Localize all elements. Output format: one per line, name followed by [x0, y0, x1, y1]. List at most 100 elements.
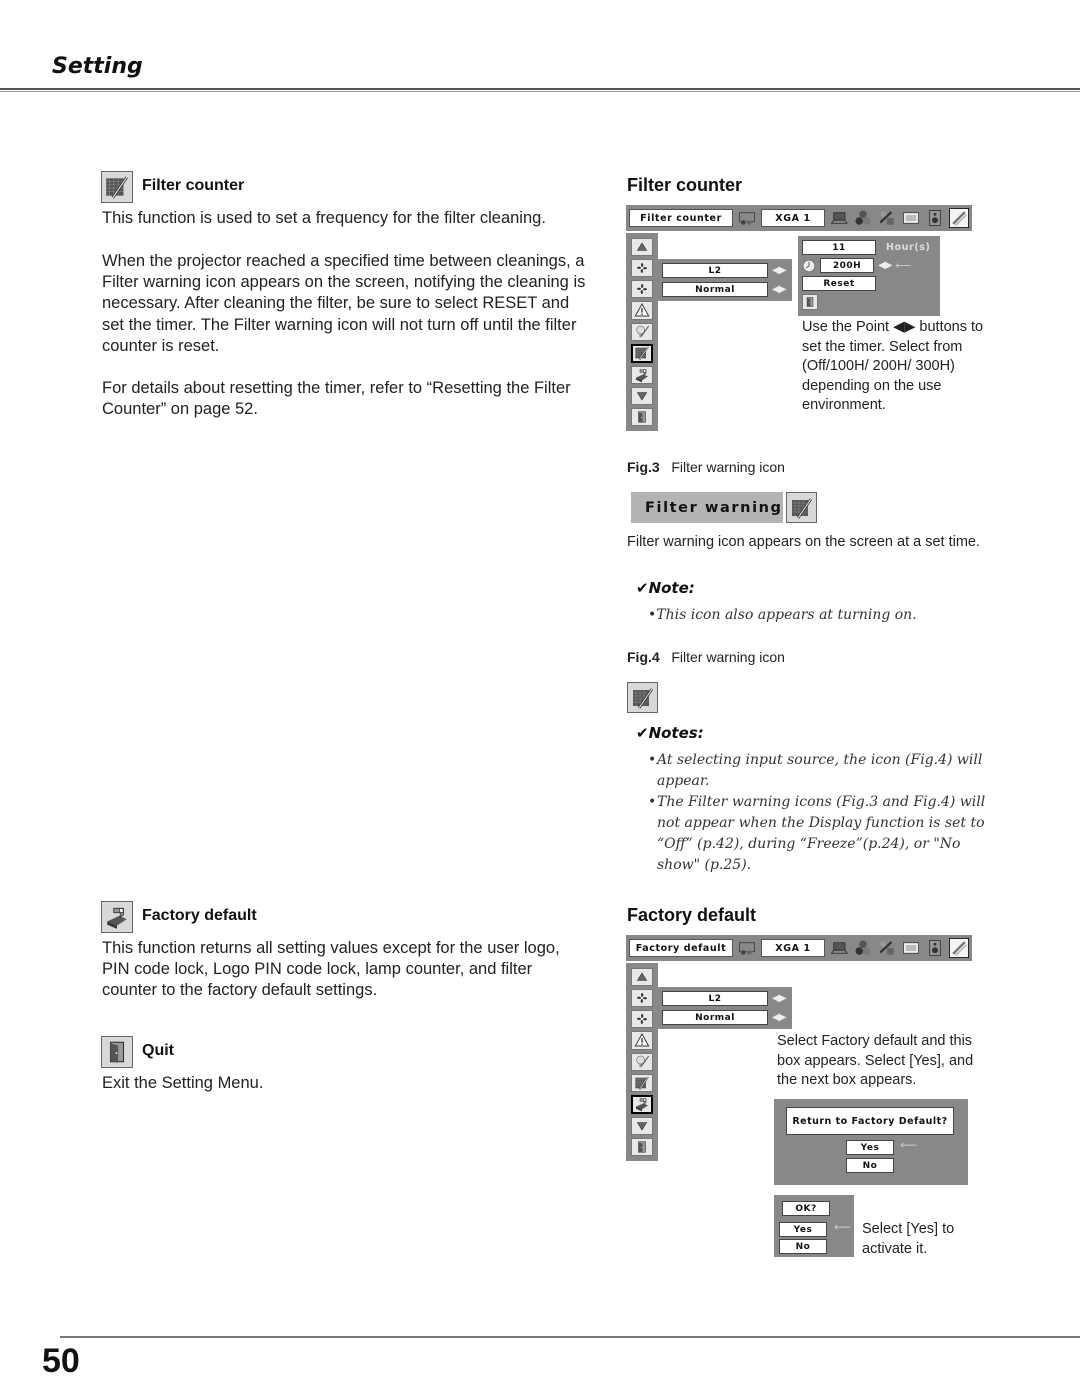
computer-icon[interactable] [829, 208, 849, 228]
header-divider [0, 88, 1080, 92]
filter-counter-caption: Use the Point ◀▶ buttons to set the time… [802, 319, 984, 413]
fig4-label: Fig.4 [627, 649, 660, 665]
lamp-icon[interactable] [631, 322, 653, 341]
clock-icon [802, 259, 816, 273]
timer-value-field[interactable]: 200H [820, 258, 874, 273]
quit-menu-icon[interactable] [631, 407, 653, 426]
scroll-down-icon[interactable] [631, 1116, 653, 1135]
filter-counter-menu-icon[interactable] [631, 1073, 653, 1092]
fig3-caption: Fig.3 Filter warning icon [627, 459, 785, 475]
sound-icon[interactable] [925, 208, 945, 228]
fig3-text: Filter warning icon [671, 459, 785, 475]
quit-menu-icon[interactable] [631, 1137, 653, 1156]
input-icon[interactable] [737, 208, 757, 228]
fig3-label: Fig.3 [627, 459, 660, 475]
factory-default-menu-icon[interactable] [631, 1094, 653, 1114]
left-right-arrows-icon[interactable]: ◀▶ [772, 265, 786, 276]
fan-control-icon[interactable] [631, 989, 653, 1008]
dialog-yes-button[interactable]: Yes [846, 1140, 894, 1155]
quit-door-icon[interactable] [802, 294, 818, 310]
warning-icon[interactable] [631, 301, 653, 320]
note-item: •This icon also appears at turning on. [648, 607, 917, 623]
scroll-up-icon[interactable] [631, 238, 653, 257]
filter-counter-para-2: When the projector reached a specified t… [102, 252, 586, 355]
osd-menu-label: Filter counter [629, 209, 733, 227]
warning-icon[interactable] [631, 1031, 653, 1050]
computer-icon[interactable] [829, 938, 849, 958]
fan-icon[interactable] [631, 1010, 653, 1029]
osd-source-label: XGA 1 [761, 209, 825, 227]
setting-tools-icon[interactable] [949, 208, 969, 228]
dialog-question: OK? [782, 1201, 830, 1216]
osd-top-bar: Factory default XGA 1 [626, 935, 972, 961]
left-right-arrows-icon[interactable]: ◀▶ [878, 260, 892, 271]
filter-counter-para-3: For details about resetting the timer, r… [102, 379, 571, 419]
left-right-arrows-icon[interactable]: ◀▶ [772, 284, 786, 295]
page-section-title: Setting [52, 54, 143, 79]
dialog-no-button[interactable]: No [779, 1239, 827, 1254]
factory-default-menu-icon[interactable] [631, 365, 653, 384]
osd-value-field[interactable]: Normal [662, 1010, 768, 1025]
left-right-arrows-icon[interactable]: ◀▶ [772, 1012, 786, 1023]
filter-counter-icon [101, 171, 133, 203]
filter-counter-osd-menu: Filter counter XGA 1 [626, 205, 972, 231]
filter-counter-menu-icon[interactable] [631, 343, 653, 363]
filter-warning-icon [786, 492, 817, 523]
notes-heading: ✔Notes: [636, 724, 704, 742]
input-icon[interactable] [737, 938, 757, 958]
sound-icon[interactable] [925, 938, 945, 958]
osd-value-field[interactable]: L2 [662, 991, 768, 1006]
selection-arrow-icon: ⟵ [895, 259, 912, 272]
osd-value-field[interactable]: L2 [662, 263, 768, 278]
note-item: • At selecting input source, the icon (Fi… [648, 752, 983, 789]
reset-button[interactable]: Reset [802, 276, 876, 291]
factory-default-title: Factory default [627, 905, 757, 925]
selection-arrow-icon: ⟵ [900, 1138, 918, 1152]
quit-heading: Quit [142, 1042, 174, 1059]
factory-default-heading: Factory default [142, 907, 257, 924]
osd-source-label: XGA 1 [761, 939, 825, 957]
image-adjust-icon[interactable] [877, 938, 897, 958]
screen-icon[interactable] [901, 208, 921, 228]
footer-divider [60, 1336, 1080, 1338]
osd-submenu: L2 ◀▶ Normal ◀▶ [658, 259, 792, 301]
fig3-description: Filter warning icon appears on the scree… [627, 534, 981, 550]
factory-default-caption-1: Select Factory default and this box appe… [777, 1033, 974, 1088]
note-item: • The Filter warning icons (Fig.3 and Fig… [648, 794, 986, 873]
return-to-default-dialog: Return to Factory Default? Yes ⟵ No [774, 1099, 968, 1185]
screen-icon[interactable] [901, 938, 921, 958]
osd-top-bar: Filter counter XGA 1 [626, 205, 972, 231]
fig4-caption: Fig.4 Filter warning icon [627, 649, 785, 665]
fan-icon[interactable] [631, 280, 653, 299]
quit-para-1: Exit the Setting Menu. [102, 1074, 264, 1092]
fig4-text: Filter warning icon [671, 649, 785, 665]
setting-tools-icon[interactable] [949, 938, 969, 958]
factory-default-osd-menu: Factory default XGA 1 [626, 935, 972, 961]
left-right-arrows-icon[interactable]: ◀▶ [772, 993, 786, 1004]
filter-counter-para-1: This function is used to set a frequency… [102, 209, 546, 227]
factory-default-caption-2: Select [Yes] to activate it. [862, 1221, 955, 1257]
selection-arrow-icon: ⟵ [834, 1220, 852, 1234]
checkmark-icon: ✔ [636, 724, 649, 742]
note-heading: ✔Note: [636, 579, 695, 597]
osd-side-menu [626, 233, 658, 431]
scroll-up-icon[interactable] [631, 968, 653, 987]
filter-warning-badge: Filter warning [631, 492, 783, 523]
dialog-yes-button[interactable]: Yes [779, 1222, 827, 1237]
osd-side-menu [626, 963, 658, 1161]
hours-unit-label: Hour(s) [886, 242, 931, 253]
factory-default-para-1: This function returns all setting values… [102, 939, 560, 1000]
dialog-no-button[interactable]: No [846, 1158, 894, 1173]
filter-counter-heading: Filter counter [142, 177, 245, 194]
ok-confirm-dialog: OK? Yes ⟵ No [774, 1195, 854, 1257]
page-number: 50 [42, 1342, 80, 1380]
fan-control-icon[interactable] [631, 259, 653, 278]
color-balls-icon[interactable] [853, 938, 873, 958]
osd-submenu: L2 ◀▶ Normal ◀▶ [658, 987, 792, 1029]
checkmark-icon: ✔ [636, 579, 649, 597]
image-adjust-icon[interactable] [877, 208, 897, 228]
color-balls-icon[interactable] [853, 208, 873, 228]
scroll-down-icon[interactable] [631, 386, 653, 405]
osd-value-field[interactable]: Normal [662, 282, 768, 297]
lamp-icon[interactable] [631, 1052, 653, 1071]
